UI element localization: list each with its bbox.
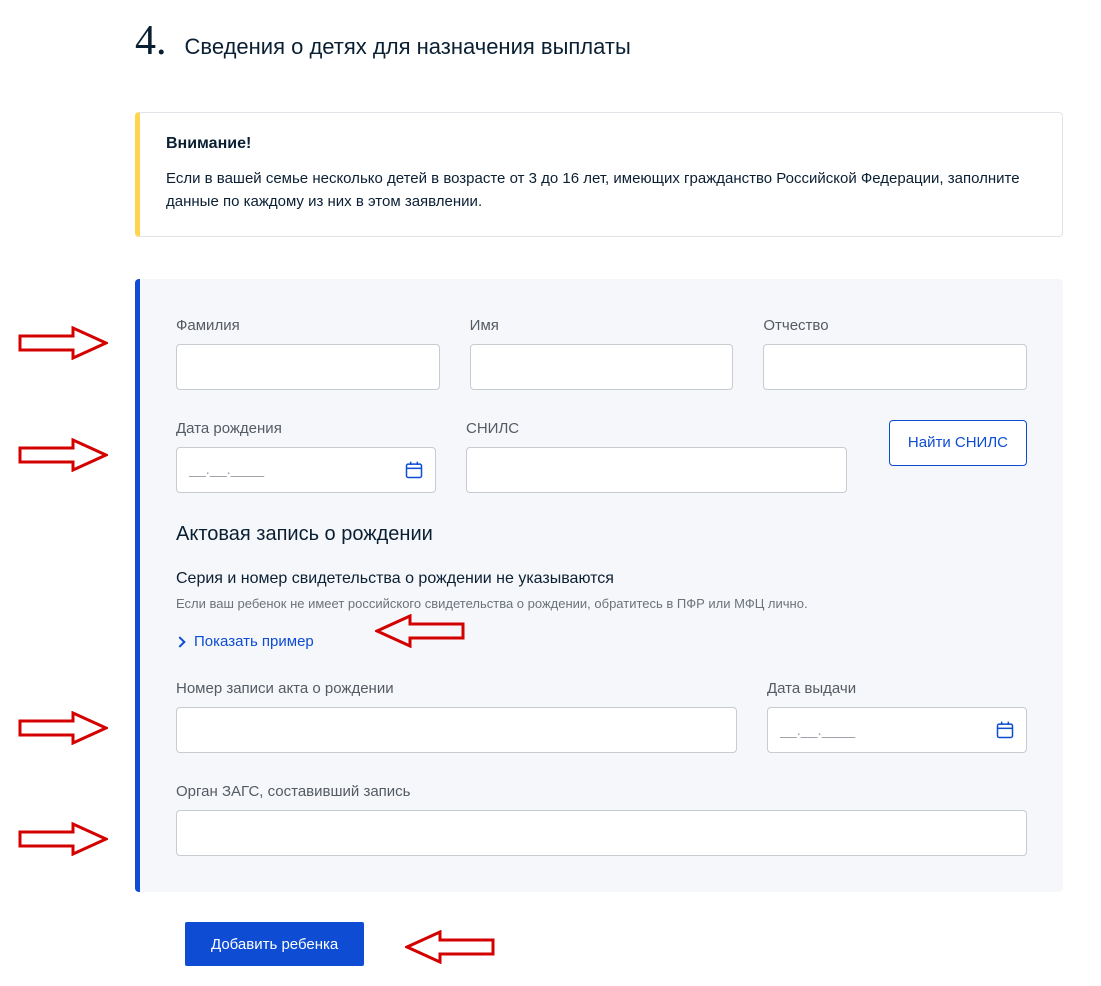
warning-title: Внимание! [166, 135, 1036, 153]
calendar-icon[interactable] [995, 720, 1015, 740]
record-number-input[interactable] [176, 707, 737, 753]
birth-record-heading: Актовая запись о рождении [176, 523, 1027, 546]
birthdate-input[interactable] [176, 447, 436, 493]
show-example-link[interactable]: Показать пример [176, 633, 314, 650]
birthdate-label: Дата рождения [176, 420, 436, 437]
patronymic-label: Отчество [763, 317, 1027, 334]
surname-label: Фамилия [176, 317, 440, 334]
annotation-arrow [18, 711, 108, 745]
find-snils-button[interactable]: Найти СНИЛС [889, 420, 1027, 466]
section-header: 4. Сведения о детях для назначения выпла… [135, 20, 1063, 62]
issue-date-input[interactable] [767, 707, 1027, 753]
warning-text: Если в вашей семье несколько детей в воз… [166, 167, 1036, 214]
snils-input[interactable] [466, 447, 847, 493]
chevron-right-icon [174, 636, 185, 647]
section-title: Сведения о детях для назначения выплаты [185, 34, 631, 60]
annotation-arrow [18, 822, 108, 856]
calendar-icon[interactable] [404, 460, 424, 480]
surname-input[interactable] [176, 344, 440, 390]
birth-record-note2: Если ваш ребенок не имеет российского св… [176, 596, 1027, 611]
zags-organ-label: Орган ЗАГС, составивший запись [176, 783, 1027, 800]
section-number: 4. [135, 20, 167, 62]
annotation-arrow [18, 438, 108, 472]
zags-organ-input[interactable] [176, 810, 1027, 856]
warning-box: Внимание! Если в вашей семье несколько д… [135, 112, 1063, 237]
name-input[interactable] [470, 344, 734, 390]
issue-date-label: Дата выдачи [767, 680, 1027, 697]
patronymic-input[interactable] [763, 344, 1027, 390]
add-child-button[interactable]: Добавить ребенка [185, 922, 364, 966]
name-label: Имя [470, 317, 734, 334]
record-number-label: Номер записи акта о рождении [176, 680, 737, 697]
snils-label: СНИЛС [466, 420, 847, 437]
birth-record-note1: Серия и номер свидетельства о рождении н… [176, 570, 1027, 588]
annotation-arrow [18, 326, 108, 360]
child-form-block: Фамилия Имя Отчество Дата рождения [135, 279, 1063, 893]
show-example-label: Показать пример [194, 633, 314, 650]
